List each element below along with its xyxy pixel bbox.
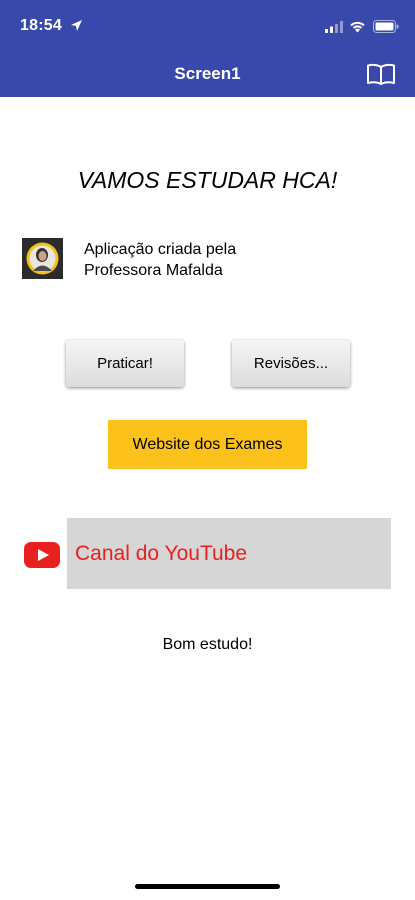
practice-button[interactable]: Praticar! [66,340,184,387]
author-line-2: Professora Mafalda [84,262,223,279]
cellular-signal-icon [325,21,343,33]
exams-website-button[interactable]: Website dos Exames [108,420,307,469]
review-button[interactable]: Revisões... [232,340,350,387]
app-header: 18:54 Screen1 [0,0,415,97]
footer-message: Bom estudo! [162,636,253,653]
youtube-channel-button[interactable]: Canal do YouTube [67,518,391,589]
battery-icon [373,20,399,33]
youtube-icon[interactable] [24,542,60,568]
avatar-photo [22,238,63,279]
main-heading: VAMOS ESTUDAR HCA! [77,167,338,193]
home-indicator[interactable] [135,884,280,889]
wifi-icon [350,21,365,33]
author-credit: Aplicação criada pela Professora Mafalda [84,239,236,281]
book-icon[interactable] [366,63,396,85]
author-line-1: Aplicação criada pela [84,241,237,258]
screen-title: Screen1 [174,64,241,83]
author-avatar [22,238,63,279]
location-arrow-icon [71,20,82,31]
status-bar: 18:54 [0,0,415,50]
status-time: 18:54 [20,17,62,34]
